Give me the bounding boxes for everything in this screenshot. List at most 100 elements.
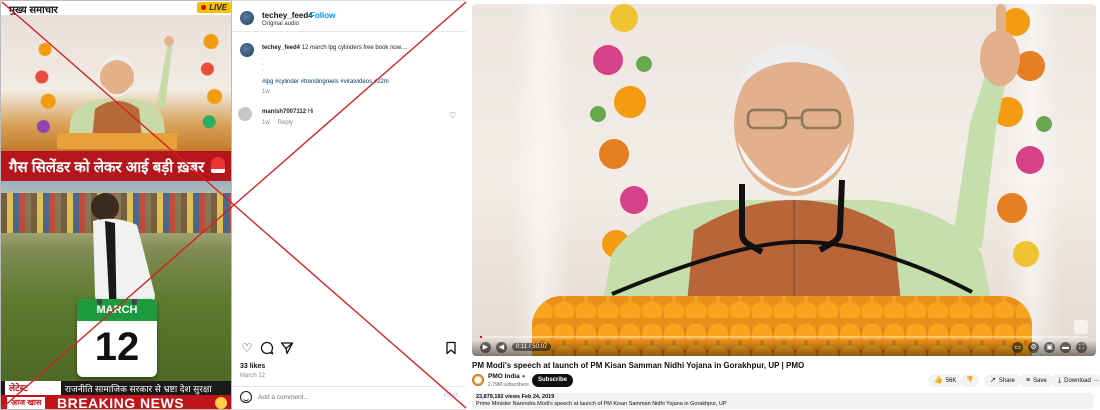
miniplayer-icon[interactable]: ▣ xyxy=(1044,342,1055,353)
caption-dot: . xyxy=(262,67,264,73)
ticker-text: राजनीति सामाजिक सरकार से भ्रष्टा देश सुर… xyxy=(65,384,212,394)
commenter-avatar[interactable] xyxy=(238,107,252,121)
fullscreen-icon[interactable]: ⛶ xyxy=(1076,342,1087,353)
news-reel-frame: मुख्य समाचार LIVE गैस सिलेंडर को लेकर आई… xyxy=(0,0,232,410)
reel-top-bar: मुख्य समाचार LIVE xyxy=(1,1,231,16)
emoji-smile-icon[interactable] xyxy=(240,391,252,403)
post-comment-button[interactable]: Post xyxy=(444,392,458,399)
subscriber-count: 2.79M subscribers xyxy=(488,382,529,388)
post-username[interactable]: techey_feed4 xyxy=(262,11,313,20)
divider xyxy=(232,386,466,387)
calendar-day: 12 xyxy=(94,325,140,369)
download-label: Download xyxy=(1064,378,1091,384)
headline-band: गैस सिलेंडर को लेकर आई बड़ी ख़बर xyxy=(1,151,231,181)
post-caption: techey_feed4 12 march lpg cylinders free… xyxy=(238,43,462,103)
comment-like-heart-icon[interactable]: ♡ xyxy=(449,111,456,120)
save-label: Save xyxy=(1033,378,1047,384)
calendar-month: MARCH xyxy=(77,299,157,321)
share-send-icon[interactable] xyxy=(280,341,294,355)
volume-icon[interactable]: ◀ xyxy=(496,342,507,353)
caption-line: techey_feed4 12 march lpg cylinders free… xyxy=(262,45,407,51)
add-comment-bar: Post xyxy=(238,390,462,406)
comment-text: Hi xyxy=(307,109,314,115)
thumbs-up-icon: 👍 xyxy=(934,377,943,384)
field-scene: MARCH 12 xyxy=(1,181,231,381)
comment-item: manish7007112 Hi 1w Reply ♡ xyxy=(238,107,462,133)
like-button[interactable]: 👍 56K xyxy=(928,374,963,387)
reel-headline: गैस सिलेंडर को लेकर आई बड़ी ख़बर xyxy=(9,159,205,176)
settings-gear-icon[interactable]: ⚙ xyxy=(1028,342,1039,353)
news-ticker: लेटेस्ट राजनीति सामाजिक सरकार से भ्रष्टा… xyxy=(1,381,231,395)
comment-meta: 1w Reply xyxy=(262,120,301,126)
like-count: 56K xyxy=(945,378,957,384)
share-arrow-icon: ↗ xyxy=(990,377,996,384)
breaking-news-label: BREAKING NEWS xyxy=(57,395,185,410)
likes-count[interactable]: 33 likes xyxy=(240,363,265,370)
post-header: techey_feed4 Follow Original audio xyxy=(238,9,462,33)
comment-time: 1w xyxy=(262,120,270,126)
save-list-icon: ≡ xyxy=(1026,377,1031,384)
subscribe-button[interactable]: Subscribe xyxy=(532,374,574,387)
time-display: 0:11 / 50:07 xyxy=(512,343,552,351)
caption-hashtags[interactable]: #lpg #cylinder #trendingreels #viralvide… xyxy=(262,79,389,85)
video-title: PM Modi's speech at launch of PM Kisan S… xyxy=(472,361,805,370)
post-date: March 12 xyxy=(240,373,266,379)
save-button[interactable]: ≡ Save xyxy=(1020,374,1053,387)
save-bookmark-icon[interactable] xyxy=(444,341,458,355)
siren-icon xyxy=(211,157,225,173)
share-label: Share xyxy=(998,378,1015,384)
breaking-badge: आज खास xyxy=(7,397,46,409)
like-heart-icon[interactable]: ♡ xyxy=(240,341,254,355)
reply-link[interactable]: Reply xyxy=(278,120,293,126)
comment-username[interactable]: manish7007112 xyxy=(262,109,306,115)
comment-body: manish7007112 Hi xyxy=(262,109,313,115)
divider xyxy=(232,31,466,32)
video-progress-bar[interactable] xyxy=(480,336,1088,338)
channel-row: PMO India ● 2.79M subscribers Subscribe 👍… xyxy=(472,372,1100,390)
share-button[interactable]: ↗ Share xyxy=(984,374,1021,387)
channel-name[interactable]: PMO India ● xyxy=(488,373,525,380)
channel-name-text[interactable]: PMO India xyxy=(488,373,520,380)
video-player[interactable]: ▶ ◀ 0:11 / 50:07 ▭ ⚙ ▣ ▬ ⛶ xyxy=(472,4,1096,356)
views-and-date: 23,879,192 views Feb 24, 2019 xyxy=(476,394,555,400)
verified-check-icon: ● xyxy=(521,374,526,380)
live-badge: LIVE xyxy=(197,2,231,13)
thumbs-down-icon: 👎 xyxy=(966,377,974,383)
flower-decor-right xyxy=(193,25,229,135)
speaker-figure-small xyxy=(57,36,177,149)
caption-avatar[interactable] xyxy=(240,43,254,57)
ticker-badge: लेटेस्ट xyxy=(5,381,61,395)
calendar-ring xyxy=(97,299,102,305)
progress-fill xyxy=(480,336,483,338)
post-actions: ♡ xyxy=(238,341,462,357)
youtube-watch-panel: ▶ ◀ 0:11 / 50:07 ▭ ⚙ ▣ ▬ ⛶ PM Modi's spe… xyxy=(466,0,1100,410)
caption-text: 12 march lpg cylinders free book now.... xyxy=(301,45,408,51)
calendar-ring xyxy=(132,299,137,305)
caption-username[interactable]: techey_feed4 xyxy=(262,45,300,51)
channel-avatar[interactable] xyxy=(472,374,484,386)
original-audio-link[interactable]: Original audio xyxy=(262,21,299,27)
emoji-icon xyxy=(215,397,227,409)
channel-watermark-icon[interactable] xyxy=(1074,320,1088,334)
more-options-icon[interactable]: ... xyxy=(1092,374,1100,387)
description-box[interactable]: 23,879,192 views Feb 24, 2019 Prime Mini… xyxy=(472,393,1094,409)
breaking-news-bar: आज खास BREAKING NEWS xyxy=(1,395,231,410)
add-comment-input[interactable] xyxy=(258,391,408,403)
follow-button[interactable]: Follow xyxy=(310,11,335,20)
comment-bubble-icon[interactable] xyxy=(260,341,274,355)
download-arrow-icon: ⤓ xyxy=(1058,377,1062,384)
play-icon[interactable]: ▶ xyxy=(480,342,491,353)
player-controls xyxy=(472,340,1096,356)
instagram-post-panel: techey_feed4 Follow Original audio teche… xyxy=(232,0,466,410)
march-12-calendar: MARCH 12 xyxy=(77,299,157,377)
live-label: LIVE xyxy=(209,3,227,12)
download-button[interactable]: ⤓ Download xyxy=(1052,374,1097,387)
reel-channel-title: मुख्य समाचार xyxy=(9,5,58,16)
description-text: Prime Minister Narendra Modi's speech at… xyxy=(476,401,727,407)
user-avatar[interactable] xyxy=(240,11,254,25)
live-dot-icon xyxy=(201,5,207,11)
captions-icon[interactable]: ▭ xyxy=(1012,342,1023,353)
caption-time: 1w xyxy=(262,89,270,95)
theater-icon[interactable]: ▬ xyxy=(1060,342,1071,353)
dislike-button[interactable]: 👎 xyxy=(960,374,980,387)
